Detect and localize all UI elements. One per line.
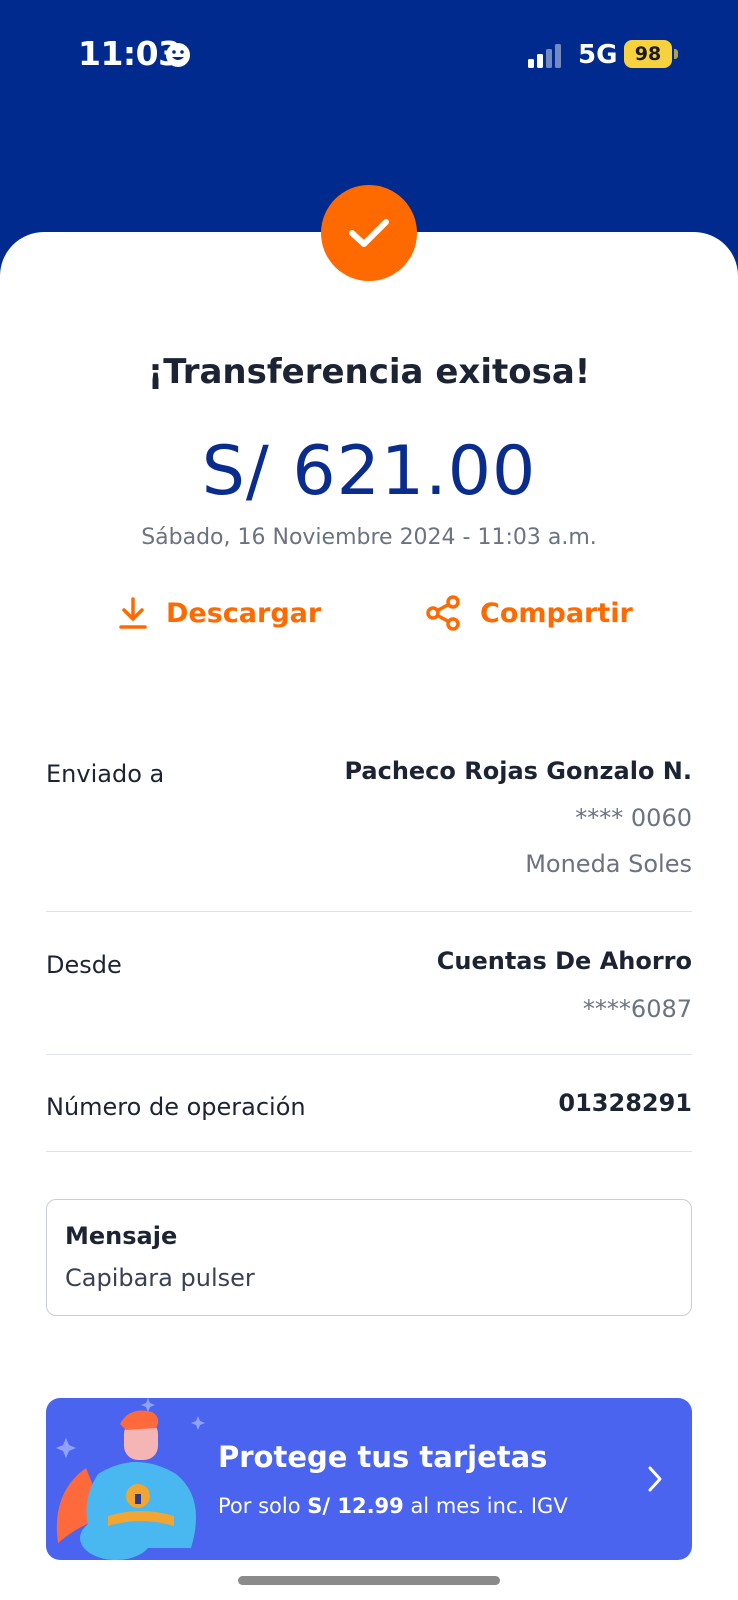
status-bar: 11:03 5G 98 (0, 0, 738, 110)
message-text: Capibara pulser (65, 1264, 255, 1292)
success-badge (321, 185, 417, 281)
battery-level: 98 (624, 40, 672, 68)
promo-price: S/ 12.99 (307, 1494, 404, 1518)
smiley-face-icon (166, 43, 190, 67)
network-type: 5G (578, 40, 618, 70)
source-account-type: Cuentas De Ahorro (436, 947, 692, 975)
battery-tip (674, 49, 678, 59)
promo-subtitle: Por solo S/ 12.99 al mes inc. IGV (218, 1494, 568, 1518)
divider (46, 1151, 692, 1152)
recipient-name: Pacheco Rojas Gonzalo N. (344, 757, 692, 785)
promo-title: Protege tus tarjetas (218, 1440, 548, 1474)
promo-sub-prefix: Por solo (218, 1494, 308, 1518)
recipient-account: **** 0060 (575, 804, 692, 832)
sent-to-label: Enviado a (46, 760, 165, 788)
divider (46, 1054, 692, 1055)
card-protection-promo-banner[interactable]: Protege tus tarjetas Por solo S/ 12.99 a… (46, 1398, 692, 1560)
superhero-illustration (56, 1398, 205, 1560)
cellular-signal-icon (528, 44, 561, 68)
promo-sub-suffix: al mes inc. IGV (403, 1494, 568, 1518)
transfer-amount: S/ 621.00 (201, 432, 537, 511)
checkmark-icon (349, 219, 389, 247)
recipient-currency: Moneda Soles (525, 850, 692, 878)
chevron-right-icon (648, 1466, 662, 1492)
download-button[interactable]: Descargar (118, 590, 321, 636)
share-button[interactable]: Compartir (426, 590, 633, 636)
message-box: Mensaje Capibara pulser (46, 1199, 692, 1316)
transfer-datetime: Sábado, 16 Noviembre 2024 - 11:03 a.m. (141, 525, 597, 550)
message-title: Mensaje (65, 1222, 178, 1250)
share-icon (426, 595, 460, 631)
receipt-title: ¡Transferencia exitosa! (147, 352, 591, 392)
operation-label: Número de operación (46, 1093, 306, 1121)
download-icon (119, 597, 147, 629)
home-indicator[interactable] (238, 1576, 500, 1585)
divider (46, 911, 692, 912)
from-label: Desde (46, 951, 122, 979)
share-label: Compartir (480, 597, 633, 629)
download-label: Descargar (166, 597, 322, 629)
operation-number: 01328291 (558, 1089, 692, 1117)
source-account-number: ****6087 (582, 995, 692, 1023)
